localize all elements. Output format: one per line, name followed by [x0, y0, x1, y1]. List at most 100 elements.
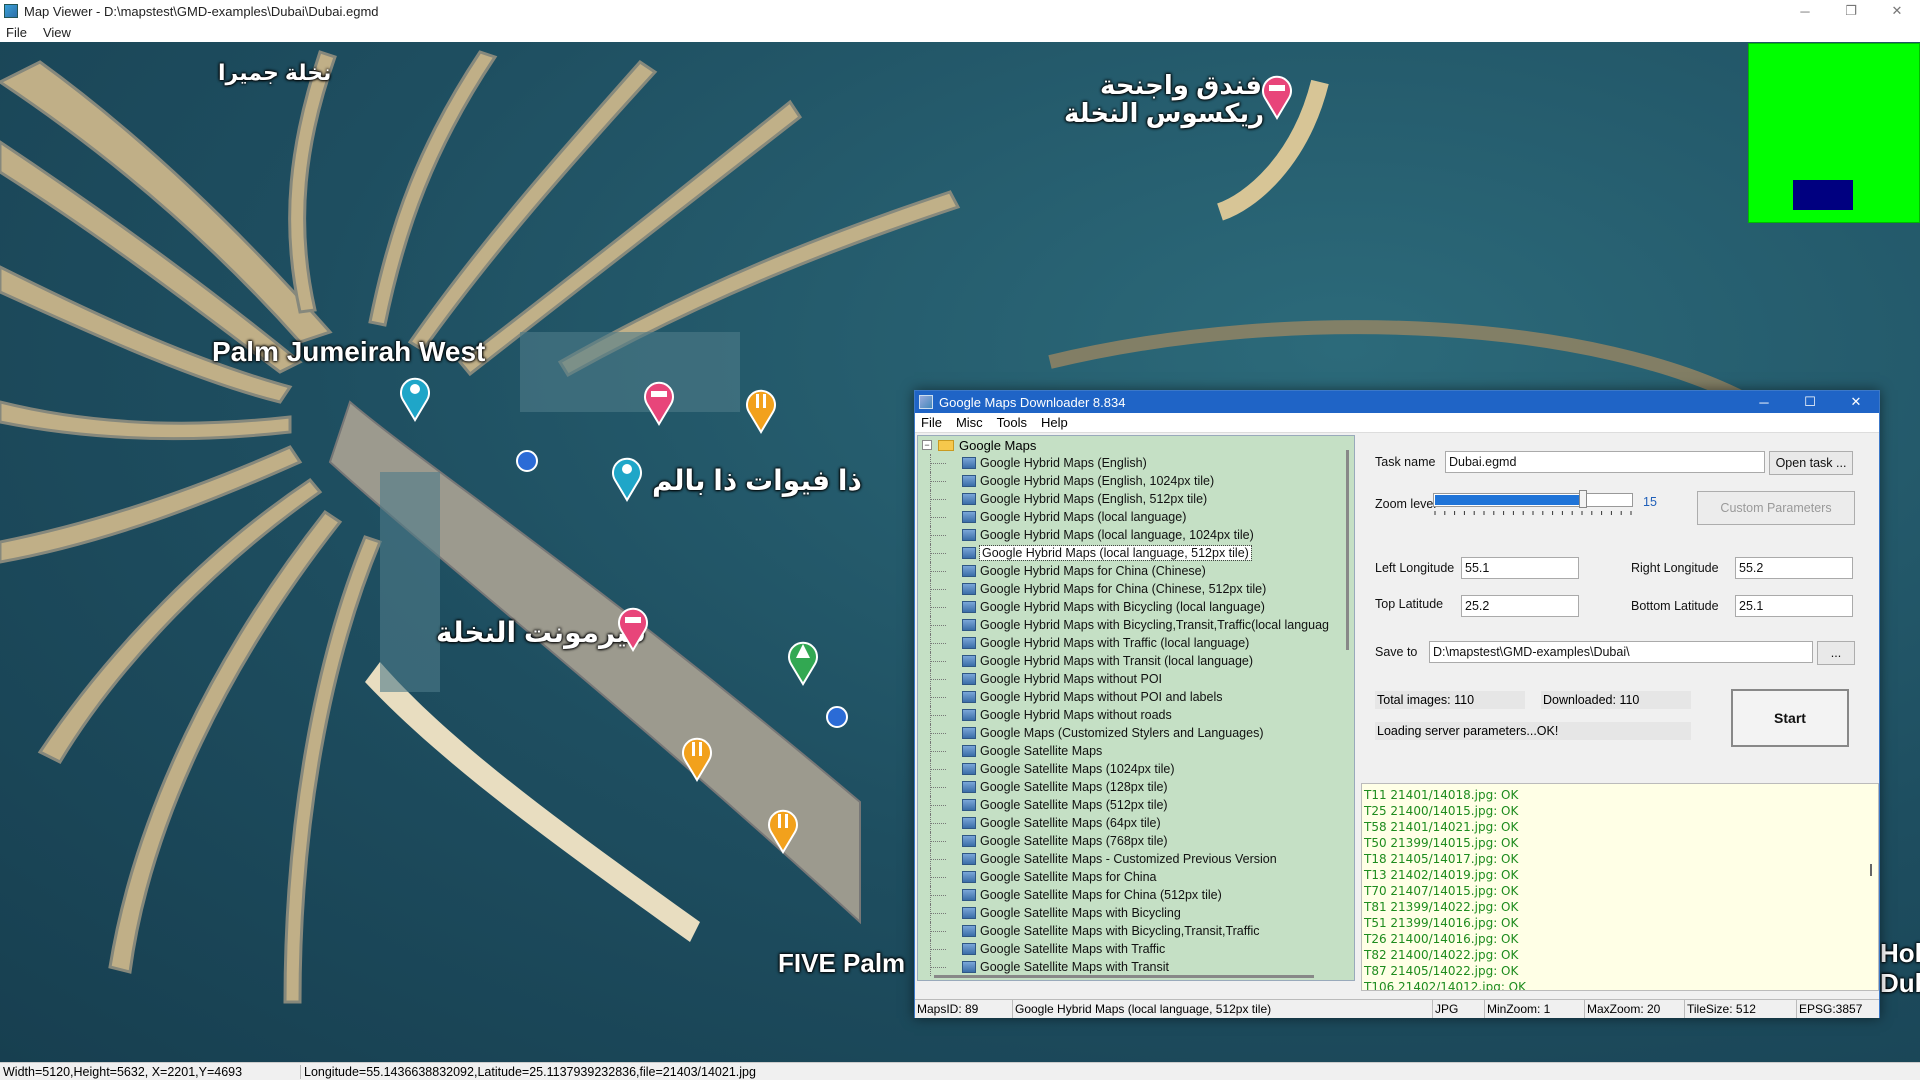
tree-item-label: Google Satellite Maps with Bicycling,Tra… [980, 924, 1260, 938]
menu-file[interactable]: File [6, 25, 27, 40]
tree-item[interactable]: Google Hybrid Maps without roads [918, 706, 1354, 724]
tree-item-label: Google Satellite Maps (128px tile) [980, 780, 1168, 794]
tree-item[interactable]: Google Satellite Maps (768px tile) [918, 832, 1354, 850]
tree-item-label: Google Hybrid Maps with Traffic (local l… [980, 636, 1250, 650]
bus-stop-icon[interactable] [826, 706, 848, 728]
log-line: T81 21399/14022.jpg: OK [1364, 900, 1519, 914]
tree-root-google-maps[interactable]: − Google Maps [918, 436, 1354, 454]
right-longitude-input[interactable] [1735, 557, 1853, 579]
log-line: T106 21402/14012.jpg: OK [1364, 980, 1526, 991]
tree-horizontal-scrollbar[interactable] [934, 975, 1314, 978]
dialog-close-button[interactable]: ✕ [1833, 391, 1879, 413]
tree-item[interactable]: Google Satellite Maps (64px tile) [918, 814, 1354, 832]
zoom-slider[interactable]: 15 [1361, 475, 1661, 525]
zoom-slider-thumb[interactable] [1579, 490, 1587, 508]
tree-item[interactable]: Google Satellite Maps [918, 742, 1354, 760]
start-button[interactable]: Start [1731, 689, 1849, 747]
menu-view[interactable]: View [43, 25, 71, 40]
minimize-button[interactable]: ─ [1782, 0, 1828, 22]
dialog-app-icon [919, 395, 933, 409]
dialog-menu-tools[interactable]: Tools [997, 415, 1027, 430]
tree-item[interactable]: Google Satellite Maps for China (512px t… [918, 886, 1354, 904]
map-type-icon [962, 655, 976, 667]
tree-scroll-thumb[interactable] [1346, 450, 1349, 650]
tree-item[interactable]: Google Maps (Customized Stylers and Lang… [918, 724, 1354, 742]
tree-item[interactable]: Google Hybrid Maps without POI and label… [918, 688, 1354, 706]
task-name-input[interactable] [1445, 451, 1765, 473]
tree-item[interactable]: Google Satellite Maps - Customized Previ… [918, 850, 1354, 868]
log-scrollbar[interactable] [1870, 864, 1872, 876]
tree-item[interactable]: Google Hybrid Maps (English) [918, 454, 1354, 472]
tree-item-label: Google Satellite Maps [980, 744, 1103, 758]
zoom-slider-track[interactable] [1433, 493, 1633, 507]
camera-pin-icon[interactable] [608, 452, 646, 502]
app-menubar: File View [0, 22, 1920, 42]
overview-viewport[interactable] [1793, 180, 1853, 210]
map-label-rixos-line2: ريكسوس النخلة [1064, 98, 1265, 128]
tree-item[interactable]: Google Hybrid Maps without POI [918, 670, 1354, 688]
tree-item[interactable]: Google Hybrid Maps (local language, 512p… [918, 544, 1354, 562]
tree-item-label: Google Satellite Maps for China [980, 870, 1157, 884]
tree-item[interactable]: Google Hybrid Maps for China (Chinese) [918, 562, 1354, 580]
total-images: Total images: 110 [1375, 691, 1525, 709]
tree-item[interactable]: Google Satellite Maps for China [918, 868, 1354, 886]
tree-item[interactable]: Google Satellite Maps (1024px tile) [918, 760, 1354, 778]
hotel-pin-icon[interactable] [640, 376, 678, 426]
tree-item[interactable]: Google Satellite Maps with Bicycling,Tra… [918, 922, 1354, 940]
tree-item[interactable]: Google Satellite Maps with Bicycling [918, 904, 1354, 922]
dialog-minimize-button[interactable]: ─ [1741, 391, 1787, 413]
tree-item[interactable]: Google Satellite Maps with Traffic [918, 940, 1354, 958]
left-longitude-input[interactable] [1461, 557, 1579, 579]
tree-item[interactable]: Google Hybrid Maps with Bicycling (local… [918, 598, 1354, 616]
map-type-icon [962, 547, 976, 559]
tree-item[interactable]: Google Hybrid Maps (English, 512px tile) [918, 490, 1354, 508]
tree-item[interactable]: Google Satellite Maps (128px tile) [918, 778, 1354, 796]
restaurant-pin-icon[interactable] [678, 732, 716, 782]
map-type-icon [962, 601, 976, 613]
tree-item[interactable]: Google Hybrid Maps (English, 1024px tile… [918, 472, 1354, 490]
tree-item[interactable]: Google Hybrid Maps for China (Chinese, 5… [918, 580, 1354, 598]
dialog-menu-file[interactable]: File [921, 415, 942, 430]
tree-item-label: Google Hybrid Maps for China (Chinese, 5… [980, 582, 1267, 596]
bus-stop-icon[interactable] [516, 450, 538, 472]
overview-map[interactable] [1748, 43, 1920, 223]
restore-button[interactable]: ❐ [1828, 0, 1874, 22]
task-name-label: Task name [1375, 455, 1436, 469]
camera-pin-icon[interactable] [396, 372, 434, 422]
tree-item[interactable]: Google Hybrid Maps with Transit (local l… [918, 652, 1354, 670]
restaurant-pin-icon[interactable] [764, 804, 802, 854]
tree-item[interactable]: Google Hybrid Maps with Traffic (local l… [918, 634, 1354, 652]
dialog-menu-help[interactable]: Help [1041, 415, 1068, 430]
log-line: T82 21400/14022.jpg: OK [1364, 948, 1519, 962]
restaurant-pin-icon[interactable] [742, 384, 780, 434]
browse-button[interactable]: ... [1817, 641, 1855, 665]
tree-item-label: Google Hybrid Maps (English, 1024px tile… [980, 474, 1215, 488]
tree-item[interactable]: Google Hybrid Maps (local language, 1024… [918, 526, 1354, 544]
status-epsg: EPSG:3857 [1799, 1002, 1863, 1016]
tree-item-label: Google Hybrid Maps (English, 512px tile) [980, 492, 1208, 506]
collapse-icon[interactable]: − [922, 440, 932, 450]
tree-item-label: Google Hybrid Maps (English) [980, 456, 1147, 470]
park-pin-icon[interactable] [784, 636, 822, 686]
hotel-pin-icon[interactable] [1258, 70, 1296, 120]
top-latitude-input[interactable] [1461, 595, 1579, 617]
custom-parameters-button[interactable]: Custom Parameters [1697, 491, 1855, 525]
dialog-maximize-button[interactable]: ☐ [1787, 391, 1833, 413]
save-to-input[interactable] [1429, 641, 1813, 663]
close-button[interactable]: ✕ [1874, 0, 1920, 22]
tree-item[interactable]: Google Satellite Maps (512px tile) [918, 796, 1354, 814]
map-type-tree[interactable]: − Google Maps Google Hybrid Maps (Englis… [917, 435, 1355, 981]
hotel-pin-icon[interactable] [614, 602, 652, 652]
map-type-icon [962, 691, 976, 703]
zoom-slider-fill [1435, 495, 1584, 505]
dialog-menu-misc[interactable]: Misc [956, 415, 983, 430]
bottom-latitude-label: Bottom Latitude [1631, 599, 1719, 613]
log-line: T26 21400/14016.jpg: OK [1364, 932, 1519, 946]
bottom-latitude-input[interactable] [1735, 595, 1853, 617]
tree-item[interactable]: Google Hybrid Maps (local language) [918, 508, 1354, 526]
tree-vertical-scrollbar[interactable] [1344, 440, 1352, 960]
tree-item[interactable]: Google Hybrid Maps with Bicycling,Transi… [918, 616, 1354, 634]
download-log[interactable]: T11 21401/14018.jpg: OK T25 21400/14015.j… [1361, 783, 1879, 991]
open-task-button[interactable]: Open task ... [1769, 451, 1853, 475]
tree-item[interactable]: Google Satellite Maps with Transit [918, 958, 1354, 976]
